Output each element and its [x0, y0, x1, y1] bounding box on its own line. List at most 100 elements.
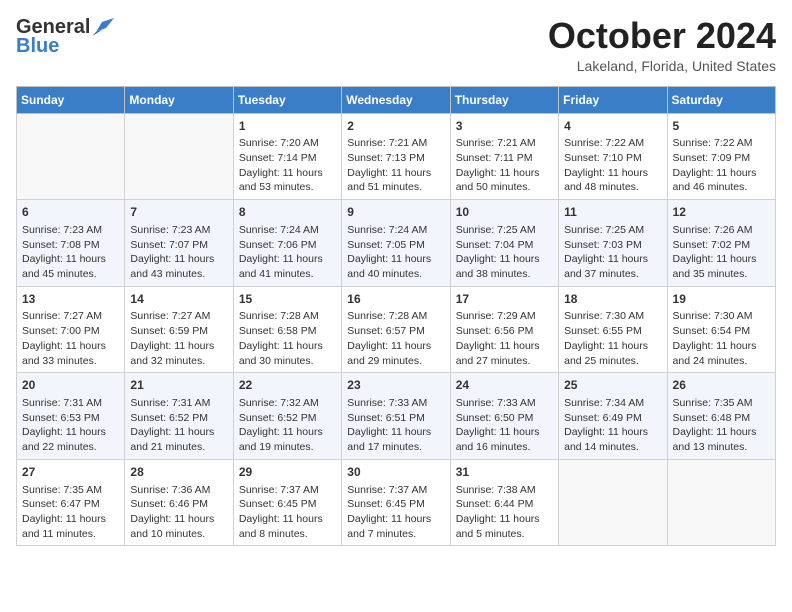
daylight-text: Daylight: 11 hours and 16 minutes. — [456, 425, 553, 454]
sunset-text: Sunset: 7:07 PM — [130, 238, 227, 253]
calendar-cell: 27Sunrise: 7:35 AMSunset: 6:47 PMDayligh… — [17, 459, 125, 546]
day-number: 15 — [239, 291, 336, 308]
calendar-week-row: 1Sunrise: 7:20 AMSunset: 7:14 PM Daylight… — [17, 113, 776, 200]
sunset-text: Sunset: 7:02 PM — [673, 238, 770, 253]
calendar-cell — [17, 113, 125, 200]
calendar-cell: 17Sunrise: 7:29 AMSunset: 6:56 PMDayligh… — [450, 286, 558, 373]
sunset-text: Sunset: 6:50 PM — [456, 411, 553, 426]
day-number: 21 — [130, 377, 227, 394]
day-number: 23 — [347, 377, 444, 394]
daylight-text: Daylight: 11 hours and 13 minutes. — [673, 425, 770, 454]
daylight-text: Daylight: 11 hours and 43 minutes. — [130, 252, 227, 281]
calendar-cell — [125, 113, 233, 200]
calendar-cell: 14Sunrise: 7:27 AMSunset: 6:59 PMDayligh… — [125, 286, 233, 373]
calendar-cell: 6Sunrise: 7:23 AMSunset: 7:08 PMDaylight… — [17, 200, 125, 287]
day-number: 18 — [564, 291, 661, 308]
daylight-text: Daylight: 11 hours and 24 minutes. — [673, 339, 770, 368]
sunset-text: Sunset: 7:06 PM — [239, 238, 336, 253]
day-header-thursday: Thursday — [450, 86, 558, 113]
day-header-monday: Monday — [125, 86, 233, 113]
day-number: 10 — [456, 204, 553, 221]
day-number: 4 — [564, 118, 661, 135]
sunset-text: Sunset: 6:52 PM — [239, 411, 336, 426]
daylight-text: Daylight: 11 hours and 30 minutes. — [239, 339, 336, 368]
sunrise-text: Sunrise: 7:27 AM — [22, 309, 119, 324]
location-title: Lakeland, Florida, United States — [548, 58, 776, 74]
calendar-table: SundayMondayTuesdayWednesdayThursdayFrid… — [16, 86, 776, 547]
sunrise-text: Sunrise: 7:34 AM — [564, 396, 661, 411]
sunrise-text: Sunrise: 7:23 AM — [22, 223, 119, 238]
calendar-cell: 12Sunrise: 7:26 AMSunset: 7:02 PMDayligh… — [667, 200, 775, 287]
day-number: 31 — [456, 464, 553, 481]
sunrise-text: Sunrise: 7:21 AM — [347, 136, 444, 151]
day-number: 26 — [673, 377, 770, 394]
day-number: 30 — [347, 464, 444, 481]
daylight-text: Daylight: 11 hours and 32 minutes. — [130, 339, 227, 368]
title-area: October 2024 Lakeland, Florida, United S… — [548, 16, 776, 74]
sunset-text: Sunset: 6:48 PM — [673, 411, 770, 426]
calendar-cell: 1Sunrise: 7:20 AMSunset: 7:14 PMDaylight… — [233, 113, 341, 200]
day-number: 11 — [564, 204, 661, 221]
calendar-cell: 2Sunrise: 7:21 AMSunset: 7:13 PMDaylight… — [342, 113, 450, 200]
sunrise-text: Sunrise: 7:27 AM — [130, 309, 227, 324]
daylight-text: Daylight: 11 hours and 25 minutes. — [564, 339, 661, 368]
sunrise-text: Sunrise: 7:30 AM — [673, 309, 770, 324]
sunset-text: Sunset: 7:09 PM — [673, 151, 770, 166]
daylight-text: Daylight: 11 hours and 7 minutes. — [347, 512, 444, 541]
calendar-cell: 23Sunrise: 7:33 AMSunset: 6:51 PMDayligh… — [342, 373, 450, 460]
day-header-sunday: Sunday — [17, 86, 125, 113]
calendar-cell: 13Sunrise: 7:27 AMSunset: 7:00 PMDayligh… — [17, 286, 125, 373]
sunset-text: Sunset: 6:54 PM — [673, 324, 770, 339]
sunset-text: Sunset: 6:46 PM — [130, 497, 227, 512]
day-number: 14 — [130, 291, 227, 308]
calendar-cell: 7Sunrise: 7:23 AMSunset: 7:07 PMDaylight… — [125, 200, 233, 287]
daylight-text: Daylight: 11 hours and 14 minutes. — [564, 425, 661, 454]
calendar-header-row: SundayMondayTuesdayWednesdayThursdayFrid… — [17, 86, 776, 113]
daylight-text: Daylight: 11 hours and 22 minutes. — [22, 425, 119, 454]
logo: General Blue — [16, 16, 114, 58]
day-number: 16 — [347, 291, 444, 308]
day-number: 17 — [456, 291, 553, 308]
daylight-text: Daylight: 11 hours and 50 minutes. — [456, 166, 553, 195]
day-number: 28 — [130, 464, 227, 481]
calendar-cell: 28Sunrise: 7:36 AMSunset: 6:46 PMDayligh… — [125, 459, 233, 546]
sunrise-text: Sunrise: 7:35 AM — [673, 396, 770, 411]
calendar-cell: 21Sunrise: 7:31 AMSunset: 6:52 PMDayligh… — [125, 373, 233, 460]
sunset-text: Sunset: 6:59 PM — [130, 324, 227, 339]
sunrise-text: Sunrise: 7:30 AM — [564, 309, 661, 324]
sunset-text: Sunset: 7:05 PM — [347, 238, 444, 253]
sunset-text: Sunset: 7:04 PM — [456, 238, 553, 253]
sunrise-text: Sunrise: 7:37 AM — [347, 483, 444, 498]
calendar-week-row: 6Sunrise: 7:23 AMSunset: 7:08 PMDaylight… — [17, 200, 776, 287]
day-number: 1 — [239, 118, 336, 135]
sunset-text: Sunset: 7:13 PM — [347, 151, 444, 166]
sunset-text: Sunset: 7:11 PM — [456, 151, 553, 166]
sunset-text: Sunset: 7:14 PM — [239, 151, 336, 166]
month-title: October 2024 — [548, 16, 776, 56]
calendar-week-row: 27Sunrise: 7:35 AMSunset: 6:47 PMDayligh… — [17, 459, 776, 546]
sunrise-text: Sunrise: 7:20 AM — [239, 136, 336, 151]
calendar-week-row: 20Sunrise: 7:31 AMSunset: 6:53 PMDayligh… — [17, 373, 776, 460]
sunset-text: Sunset: 6:44 PM — [456, 497, 553, 512]
calendar-cell: 9Sunrise: 7:24 AMSunset: 7:05 PMDaylight… — [342, 200, 450, 287]
sunrise-text: Sunrise: 7:22 AM — [673, 136, 770, 151]
day-number: 6 — [22, 204, 119, 221]
calendar-cell: 3Sunrise: 7:21 AMSunset: 7:11 PMDaylight… — [450, 113, 558, 200]
daylight-text: Daylight: 11 hours and 37 minutes. — [564, 252, 661, 281]
daylight-text: Daylight: 11 hours and 29 minutes. — [347, 339, 444, 368]
sunrise-text: Sunrise: 7:25 AM — [456, 223, 553, 238]
sunrise-text: Sunrise: 7:33 AM — [347, 396, 444, 411]
sunrise-text: Sunrise: 7:29 AM — [456, 309, 553, 324]
sunset-text: Sunset: 7:10 PM — [564, 151, 661, 166]
sunset-text: Sunset: 6:45 PM — [239, 497, 336, 512]
sunset-text: Sunset: 6:53 PM — [22, 411, 119, 426]
calendar-cell: 31Sunrise: 7:38 AMSunset: 6:44 PMDayligh… — [450, 459, 558, 546]
sunset-text: Sunset: 6:55 PM — [564, 324, 661, 339]
daylight-text: Daylight: 11 hours and 46 minutes. — [673, 166, 770, 195]
sunrise-text: Sunrise: 7:38 AM — [456, 483, 553, 498]
calendar-week-row: 13Sunrise: 7:27 AMSunset: 7:00 PMDayligh… — [17, 286, 776, 373]
day-number: 22 — [239, 377, 336, 394]
day-header-wednesday: Wednesday — [342, 86, 450, 113]
sunset-text: Sunset: 6:47 PM — [22, 497, 119, 512]
calendar-cell: 4Sunrise: 7:22 AMSunset: 7:10 PMDaylight… — [559, 113, 667, 200]
